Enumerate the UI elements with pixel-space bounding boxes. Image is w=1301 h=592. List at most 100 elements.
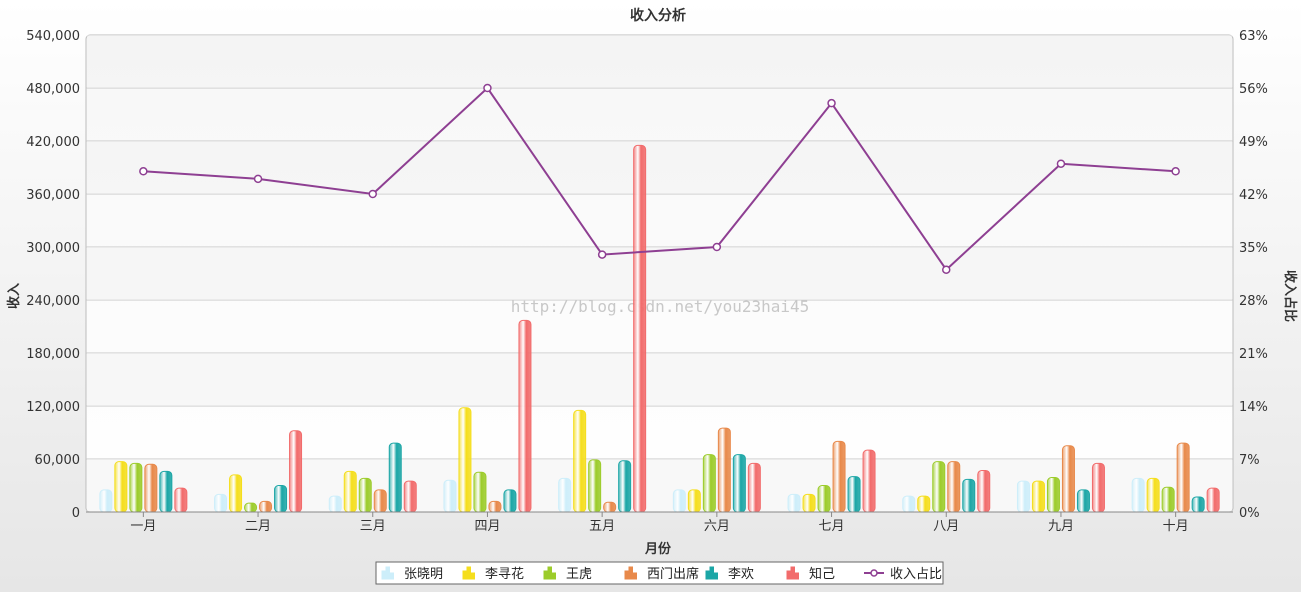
y-tick-label: 0 — [72, 506, 80, 521]
y-tick-label: 420,000 — [26, 135, 80, 150]
bar-1 — [214, 493, 228, 513]
y-tick-label: 180,000 — [26, 347, 80, 362]
legend-label: 张晓明 — [404, 567, 443, 582]
bar-5 — [503, 489, 517, 513]
y-tick-label: 120,000 — [26, 400, 80, 415]
bar-6 — [403, 480, 417, 513]
x-tick-label: 九月 — [1048, 519, 1074, 534]
bar-2 — [687, 489, 701, 513]
bar-6 — [289, 430, 303, 513]
ratio-point — [139, 167, 148, 176]
x-tick-label: 二月 — [245, 519, 271, 534]
bar-3 — [358, 477, 372, 513]
bar-3 — [817, 485, 831, 513]
legend-label: 王虎 — [566, 567, 592, 582]
bar-1 — [99, 489, 113, 513]
bar-4 — [1176, 442, 1190, 513]
legend-swatch — [470, 572, 475, 580]
bar-3 — [702, 454, 716, 513]
bar-2 — [343, 470, 357, 513]
bar-5 — [618, 460, 632, 513]
bar-5 — [159, 470, 173, 513]
bar-1 — [787, 493, 801, 513]
legend-swatch — [705, 570, 710, 580]
bar-4 — [1061, 445, 1075, 513]
legend-swatch — [628, 566, 633, 580]
y2-tick-label: 35% — [1239, 241, 1268, 256]
bar-6 — [1091, 462, 1105, 513]
legend-label: 西门出席 — [647, 566, 699, 582]
bar-4 — [144, 463, 158, 513]
bar-2 — [573, 409, 587, 513]
grid-band — [87, 459, 1232, 512]
x-tick-label: 五月 — [589, 519, 615, 534]
ratio-point — [1171, 167, 1180, 176]
bar-1 — [558, 477, 572, 513]
bar-2 — [802, 493, 816, 513]
legend-swatch — [709, 566, 714, 580]
bar-3 — [129, 462, 143, 513]
bar-6 — [1206, 487, 1220, 513]
ratio-point — [712, 242, 722, 252]
x-tick-label: 八月 — [933, 519, 959, 534]
x-tick-label: 十月 — [1163, 519, 1189, 534]
legend-swatch — [551, 572, 556, 580]
bar-5 — [388, 442, 402, 513]
bar-3 — [473, 471, 487, 513]
bar-6 — [862, 449, 876, 513]
bar-6 — [633, 144, 647, 513]
bar-5 — [962, 478, 976, 513]
legend-swatch — [790, 566, 795, 580]
grid-band — [87, 247, 1232, 300]
legend-swatch — [385, 566, 390, 580]
bar-4 — [488, 500, 502, 513]
y2-tick-label: 21% — [1239, 347, 1268, 362]
bar-2 — [1031, 480, 1045, 513]
y2-tick-label: 49% — [1239, 135, 1268, 150]
legend-label: 李欢 — [728, 567, 754, 582]
y2-tick-label: 28% — [1239, 294, 1268, 309]
legend-swatch — [547, 566, 552, 580]
bar-4 — [603, 501, 617, 513]
bar-1 — [328, 495, 342, 513]
watermark: http://blog.csdn.net/you23hai45 — [511, 297, 810, 316]
bar-1 — [1131, 477, 1145, 513]
bar-2 — [229, 474, 243, 513]
bar-3 — [244, 502, 258, 513]
bar-1 — [1016, 480, 1030, 513]
ratio-point — [483, 83, 492, 93]
bar-1 — [443, 479, 457, 513]
legend-label: 收入占比 — [890, 567, 942, 582]
bar-4 — [947, 461, 961, 513]
legend-swatch — [466, 566, 471, 580]
bar-6 — [518, 319, 532, 513]
ratio-point — [942, 265, 951, 274]
legend-swatch — [624, 570, 629, 580]
y2-tick-label: 0% — [1239, 506, 1260, 521]
ratio-point — [1056, 159, 1066, 168]
x-tick-label: 七月 — [819, 519, 845, 534]
x-tick-label: 四月 — [474, 519, 500, 534]
y2-tick-label: 63% — [1239, 29, 1268, 44]
y2-tick-label: 42% — [1239, 188, 1268, 203]
ratio-point — [827, 98, 836, 108]
bar-6 — [747, 462, 761, 513]
bar-3 — [1161, 486, 1175, 513]
bar-5 — [1191, 496, 1205, 513]
x-tick-label: 六月 — [704, 519, 730, 534]
y2-tick-label: 14% — [1239, 400, 1268, 415]
y-tick-label: 60,000 — [35, 453, 81, 468]
legend-swatch — [794, 572, 799, 580]
legend-swatch — [381, 570, 386, 580]
y-axis-ticks: 0 60,000 120,000 180,000 240,000 300,000 360,0… — [26, 29, 80, 521]
bar-3 — [1046, 477, 1060, 513]
bar-3 — [932, 461, 946, 513]
legend-swatch — [389, 572, 394, 580]
chart: 收入分析 0 60,000 120,000 180,000 240,000 300,000… — [6, 7, 1298, 585]
bar-3 — [588, 459, 602, 513]
y-tick-label: 480,000 — [26, 82, 80, 97]
ratio-point — [597, 250, 607, 259]
y-tick-label: 300,000 — [26, 241, 80, 256]
y-tick-label: 240,000 — [26, 294, 80, 309]
bar-2 — [917, 495, 931, 513]
